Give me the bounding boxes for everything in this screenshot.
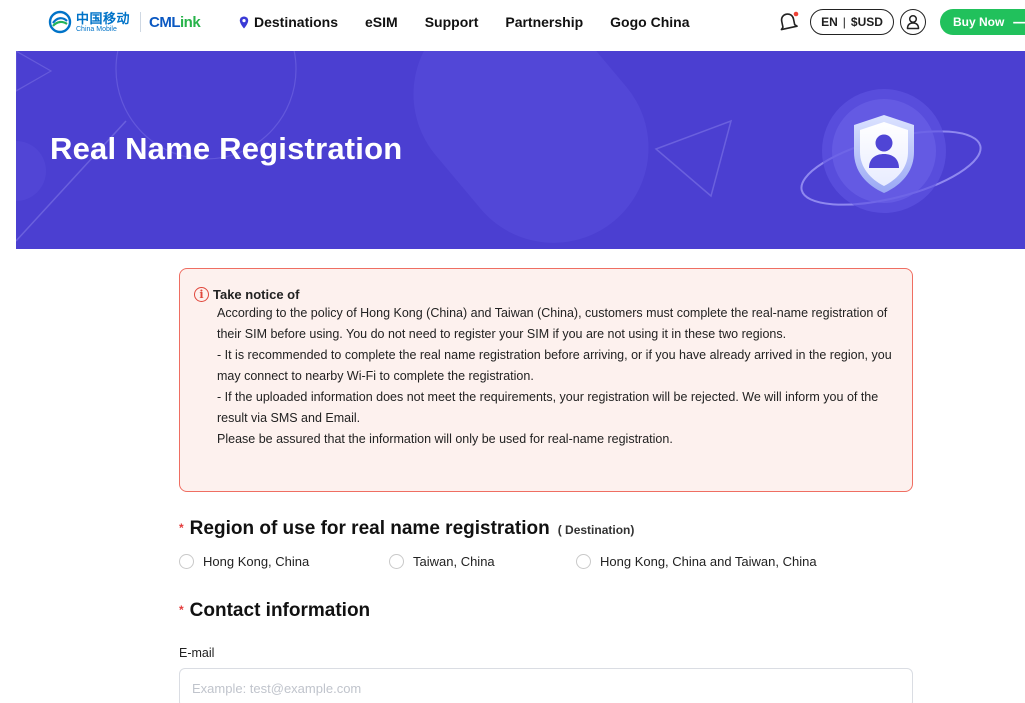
china-mobile-logo[interactable]: 中国移动 China Mobile CMLink [48, 8, 201, 36]
radio-circle[interactable] [389, 553, 404, 569]
notice-paragraph: Please be assured that the information w… [217, 432, 673, 446]
nav-partnership[interactable]: Partnership [505, 14, 583, 30]
nav-gogo-china[interactable]: Gogo China [610, 14, 689, 30]
language-currency-selector[interactable]: EN | $USD [810, 9, 894, 35]
region-radio-group: Hong Kong, China Taiwan, China Hong Kong… [179, 552, 817, 570]
cmlink-logo-suffix: ink [180, 13, 201, 31]
notification-bell-icon[interactable] [776, 10, 800, 32]
arrow-right-icon: ⟶ [1012, 13, 1025, 30]
radio-label: Hong Kong, China [203, 553, 310, 569]
radio-hong-kong[interactable]: Hong Kong, China [179, 553, 389, 569]
language-label: EN [821, 15, 838, 29]
region-subtitle: ( Destination) [557, 523, 635, 537]
contact-title-text: Contact information [189, 600, 371, 621]
user-icon [906, 14, 920, 30]
buy-now-button[interactable]: Buy Now ⟶ [940, 9, 1025, 35]
user-account-button[interactable] [900, 9, 926, 35]
nav-destinations-label: Destinations [254, 14, 339, 30]
buy-now-label: Buy Now [953, 15, 1005, 29]
required-mark: * [179, 603, 184, 617]
radio-hong-kong-and-taiwan[interactable]: Hong Kong, China and Taiwan, China [576, 553, 817, 569]
radio-label: Taiwan, China [413, 553, 495, 569]
radio-circle[interactable] [179, 553, 194, 569]
info-icon: i [194, 286, 209, 302]
email-field[interactable] [179, 668, 913, 703]
logo-divider [140, 12, 142, 32]
notice-paragraph: - It is recommended to complete the real… [217, 348, 892, 383]
top-nav: 中国移动 China Mobile CMLink Destinations eS… [0, 0, 1025, 44]
radio-circle[interactable] [576, 553, 591, 569]
nav-esim[interactable]: eSIM [365, 14, 398, 30]
location-pin-icon [239, 16, 249, 28]
cmlink-logo: CMLink [149, 13, 201, 31]
page-title: Real Name Registration [50, 131, 403, 166]
notice-paragraph: - If the uploaded information does not m… [217, 390, 879, 425]
nav-support[interactable]: Support [425, 14, 479, 30]
email-label: E-mail [179, 646, 215, 660]
radio-label: Hong Kong, China and Taiwan, China [600, 553, 817, 569]
radio-taiwan[interactable]: Taiwan, China [389, 553, 576, 569]
required-mark: * [179, 521, 184, 535]
logo-chinese-text: 中国移动 [76, 10, 131, 26]
pill-divider: | [842, 15, 846, 29]
contact-section-title: * Contact information [179, 600, 370, 622]
cmlink-logo-prefix: CML [149, 13, 181, 31]
notice-heading: Take notice of [213, 286, 300, 302]
notice-box: i Take notice of According to the policy… [179, 268, 913, 492]
logo-english-text: China Mobile [76, 25, 117, 33]
notice-paragraph: According to the policy of Hong Kong (Ch… [217, 306, 888, 341]
region-title-text: Region of use for real name registration [189, 518, 550, 539]
hero-banner: Real Name Registration [16, 51, 1025, 249]
nav-destinations[interactable]: Destinations [239, 14, 338, 30]
notice-body: According to the policy of Hong Kong (Ch… [217, 303, 897, 450]
main-menu: Destinations eSIM Support Partnership Go… [239, 0, 717, 44]
china-mobile-logo-mark [48, 10, 72, 34]
currency-label: $USD [850, 15, 883, 29]
region-section-title: * Region of use for real name registrati… [179, 518, 634, 540]
